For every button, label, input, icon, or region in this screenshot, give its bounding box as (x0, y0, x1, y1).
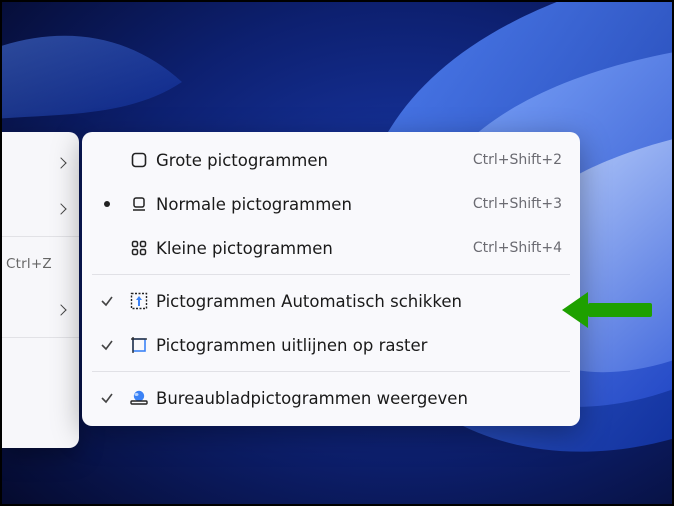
shortcut-label: Ctrl+Shift+3 (473, 196, 562, 212)
menu-item-label: Pictogrammen Automatisch schikken (156, 292, 552, 311)
check-indicator (92, 338, 122, 352)
menu-item-medium-icons[interactable]: Normale pictogrammen Ctrl+Shift+3 (82, 182, 580, 226)
radio-indicator (92, 201, 122, 207)
auto-arrange-icon (129, 291, 149, 311)
view-submenu: Grote pictogrammen Ctrl+Shift+2 Normale … (82, 132, 580, 426)
align-grid-icon (129, 335, 149, 355)
checkmark-icon (100, 391, 114, 405)
menu-item-label: Kleine pictogrammen (156, 239, 463, 258)
menu-item-label: Normale pictogrammen (156, 195, 463, 214)
menu-item-auto-arrange[interactable]: Pictogrammen Automatisch schikken (82, 279, 580, 323)
menu-separator (92, 371, 570, 372)
show-desktop-icon (129, 388, 149, 408)
arrow-shaft (588, 303, 652, 317)
parent-menu-item[interactable] (2, 186, 79, 232)
menu-separator (2, 236, 79, 237)
parent-context-menu: Ctrl+Z (2, 132, 79, 448)
shortcut-label: Ctrl+Shift+4 (473, 240, 562, 256)
menu-separator (2, 337, 79, 338)
menu-separator (92, 274, 570, 275)
checkmark-icon (100, 338, 114, 352)
medium-icons-icon (130, 195, 148, 213)
shortcut-label: Ctrl+Shift+2 (473, 152, 562, 168)
menu-item-show-desktop-icons[interactable]: Bureaubladpictogrammen weergeven (82, 376, 580, 420)
menu-item-label: Pictogrammen uitlijnen op raster (156, 336, 552, 355)
shortcut-label: Ctrl+Z (6, 256, 52, 272)
large-icons-icon (130, 151, 148, 169)
menu-item-label: Bureaubladpictogrammen weergeven (156, 389, 552, 408)
check-indicator (92, 391, 122, 405)
parent-menu-item[interactable] (2, 287, 79, 333)
checkmark-icon (100, 294, 114, 308)
menu-item-align-grid[interactable]: Pictogrammen uitlijnen op raster (82, 323, 580, 367)
arrow-head-icon (562, 292, 588, 328)
chevron-right-icon (55, 304, 66, 315)
menu-item-large-icons[interactable]: Grote pictogrammen Ctrl+Shift+2 (82, 138, 580, 182)
chevron-right-icon (55, 203, 66, 214)
parent-menu-item-undo[interactable]: Ctrl+Z (2, 241, 79, 287)
check-indicator (92, 294, 122, 308)
menu-item-label: Grote pictogrammen (156, 151, 463, 170)
viewport: Ctrl+Z Grote pictogrammen Ctrl+Shift+2 (0, 0, 674, 506)
small-icons-icon (130, 239, 148, 257)
menu-item-small-icons[interactable]: Kleine pictogrammen Ctrl+Shift+4 (82, 226, 580, 270)
chevron-right-icon (55, 157, 66, 168)
callout-arrow (562, 292, 652, 328)
parent-menu-item[interactable] (2, 140, 79, 186)
